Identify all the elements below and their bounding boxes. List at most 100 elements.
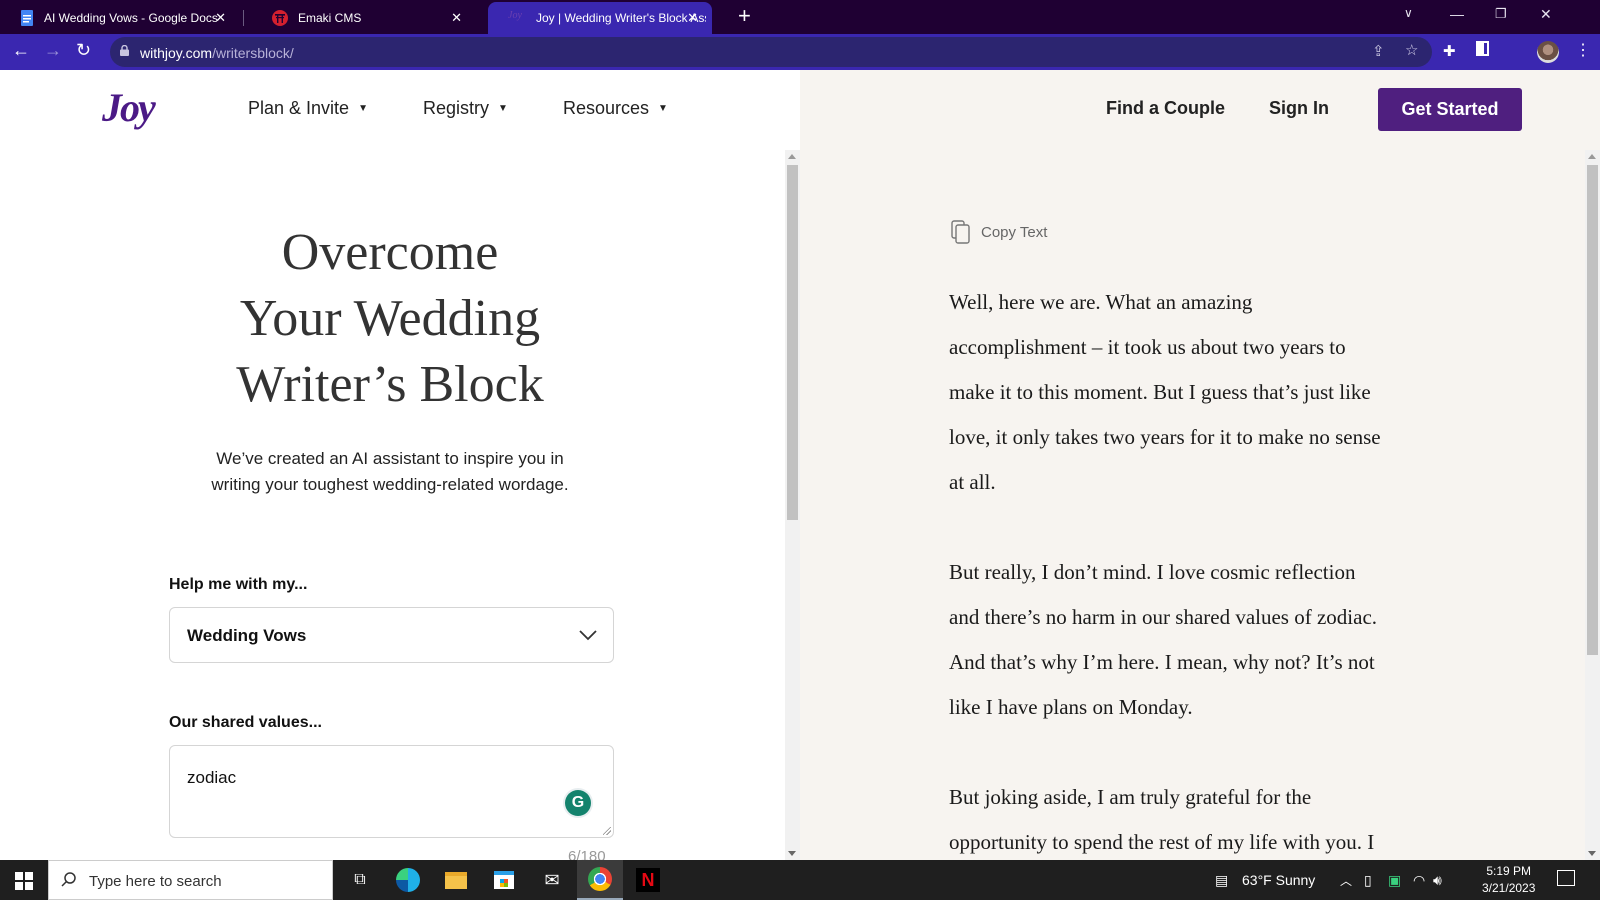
- input-panel-scrollbar[interactable]: [785, 150, 800, 860]
- meet-now-icon[interactable]: ▯: [1364, 872, 1372, 889]
- url-path: /writersblock/: [212, 45, 294, 61]
- scroll-down-arrow-icon[interactable]: [788, 851, 796, 856]
- tab-title: AI Wedding Vows - Google Docs: [44, 11, 218, 25]
- copy-text-button[interactable]: Copy Text: [951, 220, 1047, 244]
- subtitle-line: We’ve created an AI assistant to inspire…: [216, 449, 564, 468]
- back-icon[interactable]: ←: [12, 40, 30, 61]
- resize-handle[interactable]: [603, 827, 611, 835]
- close-tab-icon[interactable]: ✕: [451, 10, 462, 26]
- chevron-down-icon: [579, 630, 597, 641]
- tab-title: Joy | Wedding Writer's Block Assi: [536, 11, 706, 25]
- weather-icon[interactable]: ▤: [1215, 872, 1228, 889]
- title-line: Your Wedding: [239, 290, 541, 347]
- clock-date: 3/21/2023: [1482, 881, 1536, 895]
- copy-icon: [951, 220, 970, 244]
- tab-title: Emaki CMS: [298, 11, 362, 25]
- vow-line: and there’s no harm in our shared values…: [949, 605, 1378, 629]
- address-bar[interactable]: withjoy.com/writersblock/ ⇪ ☆: [110, 37, 1432, 67]
- netflix-icon[interactable]: N: [625, 860, 671, 900]
- extensions-puzzle-icon[interactable]: ✚: [1443, 42, 1456, 60]
- close-window-icon[interactable]: ✕: [1540, 6, 1552, 23]
- taskbar-search-input[interactable]: Type here to search: [48, 860, 333, 900]
- input-value: zodiac: [187, 768, 237, 787]
- mail-icon[interactable]: ✉: [529, 860, 575, 900]
- vow-paragraph: But really, I don’t mind. I love cosmic …: [949, 550, 1429, 730]
- title-line: Overcome: [281, 224, 499, 281]
- copy-text-label: Copy Text: [981, 223, 1048, 241]
- new-tab-button[interactable]: +: [738, 5, 751, 27]
- output-panel-scrollbar[interactable]: [1585, 150, 1600, 860]
- weather-text[interactable]: 63°F Sunny: [1242, 872, 1315, 888]
- file-explorer-icon[interactable]: [433, 860, 479, 900]
- tab-google-docs[interactable]: AI Wedding Vows - Google Docs ✕: [0, 2, 240, 34]
- vow-line: make it to this moment. But I guess that…: [949, 380, 1371, 404]
- tab-joy-active[interactable]: Joy Joy | Wedding Writer's Block Assi ✕: [488, 2, 712, 34]
- nav-label: Plan & Invite: [248, 98, 350, 118]
- microsoft-store-icon[interactable]: [481, 860, 527, 900]
- nav-label: Registry: [423, 98, 490, 118]
- more-menu-icon[interactable]: ⋮: [1575, 40, 1591, 60]
- close-tab-icon[interactable]: ✕: [215, 10, 226, 26]
- scroll-down-arrow-icon[interactable]: [1588, 851, 1596, 856]
- search-icon: [61, 872, 76, 887]
- title-line: Writer’s Block: [236, 356, 544, 413]
- tray-overflow-chevron-icon[interactable]: ︿: [1340, 872, 1352, 889]
- joy-icon: Joy: [508, 10, 522, 21]
- torii-gate-icon: [272, 10, 288, 26]
- sign-in-link[interactable]: Sign In: [1269, 98, 1329, 119]
- scroll-up-arrow-icon[interactable]: [1588, 154, 1596, 159]
- tab-emaki-cms[interactable]: Emaki CMS ✕: [252, 2, 476, 34]
- security-tray-icon[interactable]: ▣: [1388, 872, 1401, 889]
- restore-icon[interactable]: ❐: [1495, 6, 1507, 22]
- select-value: Wedding Vows: [187, 626, 307, 645]
- search-placeholder: Type here to search: [89, 873, 222, 890]
- close-tab-icon[interactable]: ✕: [687, 10, 698, 26]
- system-clock[interactable]: 5:19 PM 3/21/2023: [1482, 863, 1535, 897]
- share-icon[interactable]: ⇪: [1372, 42, 1385, 60]
- url-text: withjoy.com/writersblock/: [140, 45, 294, 61]
- page: Joy Plan & Invite ▼ Registry ▼ Resources ▼ …: [0, 70, 1600, 865]
- get-started-button[interactable]: Get Started: [1378, 88, 1522, 131]
- nav-resources[interactable]: Resources ▼: [563, 98, 668, 119]
- scroll-thumb[interactable]: [787, 165, 798, 520]
- vow-paragraph: Well, here we are. What an amazing accom…: [949, 280, 1429, 505]
- tab-separator: [243, 10, 244, 26]
- windows-start-icon[interactable]: [15, 872, 33, 890]
- minimize-icon[interactable]: —: [1450, 6, 1464, 22]
- side-panel-icon[interactable]: [1476, 41, 1489, 56]
- grammarly-icon[interactable]: G: [565, 790, 591, 816]
- reload-icon[interactable]: ↻: [76, 40, 91, 61]
- bookmark-star-icon[interactable]: ☆: [1405, 41, 1418, 59]
- shared-values-input[interactable]: zodiac G: [169, 745, 614, 838]
- tab-search-chevron-icon[interactable]: ∨: [1404, 6, 1413, 20]
- vow-line: But joking aside, I am truly grateful fo…: [949, 785, 1312, 809]
- vow-line: love, it only takes two years for it to …: [949, 425, 1381, 449]
- vow-line: at all.: [949, 470, 996, 494]
- wifi-icon[interactable]: ◠: [1413, 872, 1425, 889]
- vow-line: like I have plans on Monday.: [949, 695, 1193, 719]
- help-me-label: Help me with my...: [169, 576, 308, 593]
- caret-down-icon: ▼: [358, 103, 368, 114]
- url-host: withjoy.com: [140, 45, 213, 61]
- writing-type-select[interactable]: Wedding Vows: [169, 607, 614, 663]
- task-view-icon[interactable]: ⧉: [337, 860, 383, 900]
- vow-line: Well, here we are. What an amazing: [949, 290, 1253, 314]
- vow-line: And that’s why I’m here. I mean, why not…: [949, 650, 1375, 674]
- joy-logo[interactable]: Joy: [102, 84, 156, 131]
- lock-icon: [120, 45, 129, 56]
- browser-toolbar: ← → ↻ withjoy.com/writersblock/ ⇪ ☆ ✚ ⋮: [0, 34, 1600, 70]
- scroll-up-arrow-icon[interactable]: [788, 154, 796, 159]
- windows-taskbar: Type here to search ⧉ ✉ N ▤ 63°F Sunny ︿…: [0, 860, 1600, 900]
- notification-center-icon[interactable]: [1557, 870, 1575, 886]
- scroll-thumb[interactable]: [1587, 165, 1598, 655]
- volume-icon[interactable]: 🔊︎: [1433, 872, 1442, 889]
- vow-paragraph: But joking aside, I am truly grateful fo…: [949, 775, 1429, 865]
- profile-avatar[interactable]: [1537, 41, 1559, 63]
- forward-icon[interactable]: →: [44, 40, 62, 61]
- nav-plan-invite[interactable]: Plan & Invite ▼: [248, 98, 368, 119]
- edge-browser-icon[interactable]: [385, 860, 431, 900]
- find-couple-link[interactable]: Find a Couple: [1106, 98, 1225, 119]
- nav-label: Resources: [563, 98, 650, 118]
- nav-registry[interactable]: Registry ▼: [423, 98, 508, 119]
- chrome-browser-icon[interactable]: [577, 860, 623, 900]
